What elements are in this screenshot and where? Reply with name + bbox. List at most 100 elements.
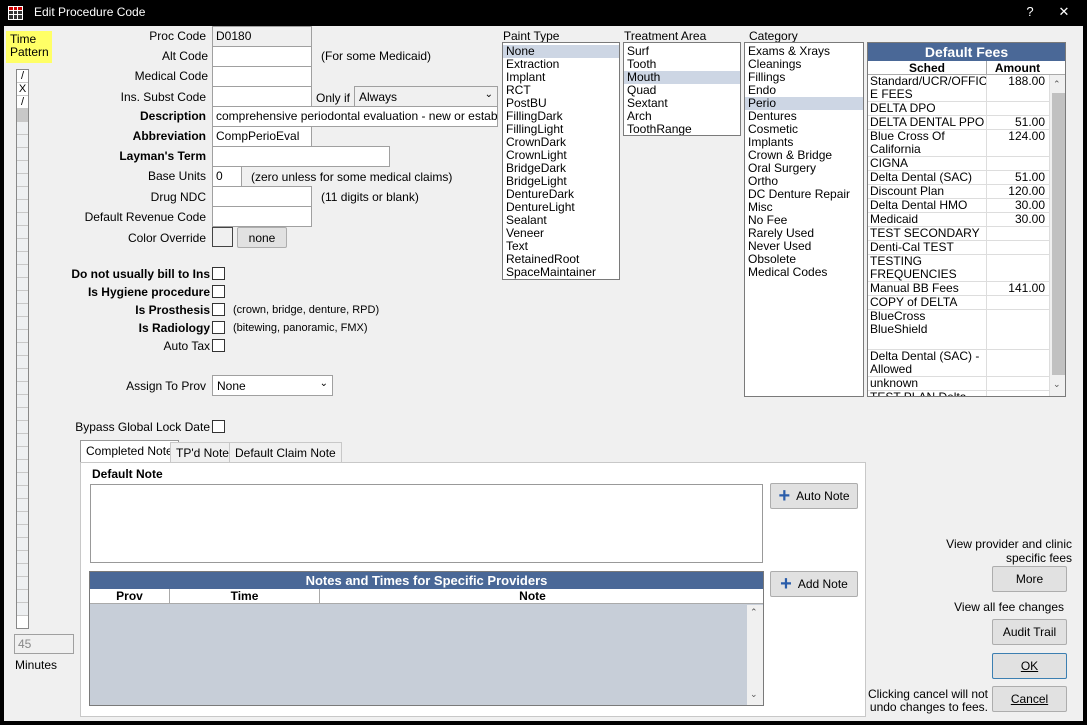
auto-tax-checkbox[interactable] [212,339,225,352]
time-pattern-cell[interactable] [17,317,28,330]
no-bill-ins-checkbox[interactable] [212,267,225,280]
audit-trail-button[interactable]: Audit Trail [992,619,1067,645]
default-fees-grid[interactable]: Default Fees Sched Amount Standard/UCR/O… [867,42,1066,397]
time-pattern-cell[interactable] [17,538,28,551]
time-pattern-cell[interactable] [17,265,28,278]
time-pattern-cell[interactable] [17,213,28,226]
ok-button[interactable]: OK [992,653,1067,679]
proc-code-field[interactable]: D0180 [212,26,312,47]
default-note-textarea[interactable] [90,484,763,563]
time-pattern-cell[interactable] [17,148,28,161]
fee-row[interactable]: Delta Dental (SAC) - Allowed [868,350,1049,377]
fee-row[interactable]: BlueCross BlueShield [868,310,1049,350]
time-pattern-cell[interactable] [17,109,28,122]
category-item[interactable]: Medical Codes [745,266,863,279]
time-pattern-cell[interactable] [17,226,28,239]
only-if-select[interactable]: Always ⌄ [354,86,498,107]
time-pattern-cell[interactable] [17,291,28,304]
add-note-button[interactable]: + Add Note [770,571,858,597]
paint-type-list[interactable]: None Extraction Implant RCT PostBU FillingDar… [502,42,620,280]
time-pattern-cell[interactable] [17,343,28,356]
time-pattern-cell[interactable] [17,369,28,382]
fee-row[interactable]: Denti-Cal TEST [868,241,1049,255]
time-pattern-cell[interactable] [17,252,28,265]
time-pattern-cell[interactable] [17,278,28,291]
time-pattern-cell[interactable] [17,499,28,512]
time-pattern-cell[interactable] [17,434,28,447]
medical-code-field[interactable] [212,66,312,87]
fee-row[interactable]: COPY of DELTA DPO [868,296,1049,310]
time-pattern-cell[interactable] [17,577,28,590]
radiology-checkbox[interactable] [212,321,225,334]
time-pattern-cell[interactable] [17,122,28,135]
fees-scrollbar[interactable]: ⌃ ⌄ [1049,75,1065,396]
treatment-area-item[interactable]: ToothRange [624,123,740,136]
time-pattern-cell[interactable] [17,460,28,473]
time-pattern-cell[interactable] [17,200,28,213]
color-override-button[interactable]: none [237,227,287,248]
close-button[interactable]: ✕ [1054,4,1074,20]
prosthesis-checkbox[interactable] [212,303,225,316]
more-button[interactable]: More [992,566,1067,592]
tab-default-claim-note[interactable]: Default Claim Note [229,442,342,462]
time-pattern-cell[interactable] [17,382,28,395]
time-pattern-cell[interactable] [17,408,28,421]
time-pattern-cell[interactable]: / [17,96,28,109]
time-pattern-cell[interactable] [17,174,28,187]
time-pattern-cell[interactable] [17,447,28,460]
fee-row[interactable]: DELTA DENTAL PPO 51.00 [868,116,1049,130]
category-list[interactable]: Exams & Xrays Cleanings Fillings Endo Perio D… [744,42,864,397]
fee-row[interactable]: Blue Cross Of California 124.00 [868,130,1049,157]
scroll-down-icon[interactable]: ⌄ [1053,379,1061,390]
drug-ndc-field[interactable] [212,186,312,207]
time-pattern-cell[interactable] [17,187,28,200]
help-button[interactable]: ? [1020,4,1040,19]
time-pattern-cell[interactable] [17,135,28,148]
minutes-field[interactable]: 45 [14,634,74,654]
time-pattern-cell[interactable]: / [17,70,28,83]
fee-row[interactable]: CIGNA [868,157,1049,171]
time-pattern-cell[interactable] [17,239,28,252]
default-revenue-code-field[interactable] [212,206,312,227]
description-field[interactable]: comprehensive periodontal evaluation - n… [212,106,498,127]
fee-row[interactable]: TEST SECONDARY [868,227,1049,241]
auto-note-button[interactable]: + Auto Note [770,483,858,509]
alt-code-field[interactable] [212,46,312,67]
laymans-term-field[interactable] [212,146,390,167]
fee-row[interactable]: Delta Dental (SAC) 51.00 [868,171,1049,185]
fee-row[interactable]: TEST PLAN Delta [868,391,1049,396]
fee-row[interactable]: Medicaid 30.00 [868,213,1049,227]
treatment-area-list[interactable]: Surf Tooth Mouth Quad Sextant Arch ToothRange [623,42,741,136]
ins-subst-code-field[interactable] [212,86,312,107]
time-pattern-cell[interactable] [17,512,28,525]
tab-tpd-note[interactable]: TP'd Note [170,442,235,462]
time-pattern-cell[interactable] [17,161,28,174]
fee-row[interactable]: DELTA DPO [868,102,1049,116]
time-pattern-cell[interactable] [17,356,28,369]
tab-completed-note[interactable]: Completed Note [80,440,179,462]
time-pattern-cell[interactable]: X [17,83,28,96]
time-pattern-cell[interactable] [17,486,28,499]
assign-to-prov-select[interactable]: None ⌄ [212,375,333,396]
time-pattern-bar[interactable]: / X / [16,69,29,629]
time-pattern-cell[interactable] [17,395,28,408]
provider-notes-grid[interactable]: Notes and Times for Specific Providers P… [89,571,764,706]
time-pattern-cell[interactable] [17,330,28,343]
time-pattern-cell[interactable] [17,525,28,538]
cancel-button[interactable]: Cancel [992,686,1067,712]
fee-row[interactable]: Manual BB Fees 141.00 [868,282,1049,296]
fees-scroll-thumb[interactable] [1052,93,1065,375]
scroll-down-icon[interactable]: ⌄ [750,689,758,700]
base-units-field[interactable]: 0 [212,166,242,187]
fee-row[interactable]: unknown [868,377,1049,391]
time-pattern-cell[interactable] [17,590,28,603]
paint-type-item[interactable]: SpaceMaintainer [503,266,619,279]
fee-row[interactable]: Standard/UCR/OFFIC E FEES 188.00 [868,75,1049,102]
color-override-swatch[interactable] [212,227,233,247]
time-pattern-cell[interactable] [17,564,28,577]
fee-row[interactable]: Discount Plan 120.00 [868,185,1049,199]
fee-row[interactable]: TESTING FREQUENCIES [868,255,1049,282]
time-pattern-cell[interactable] [17,421,28,434]
time-pattern-cell[interactable] [17,304,28,317]
time-pattern-cell[interactable] [17,603,28,616]
